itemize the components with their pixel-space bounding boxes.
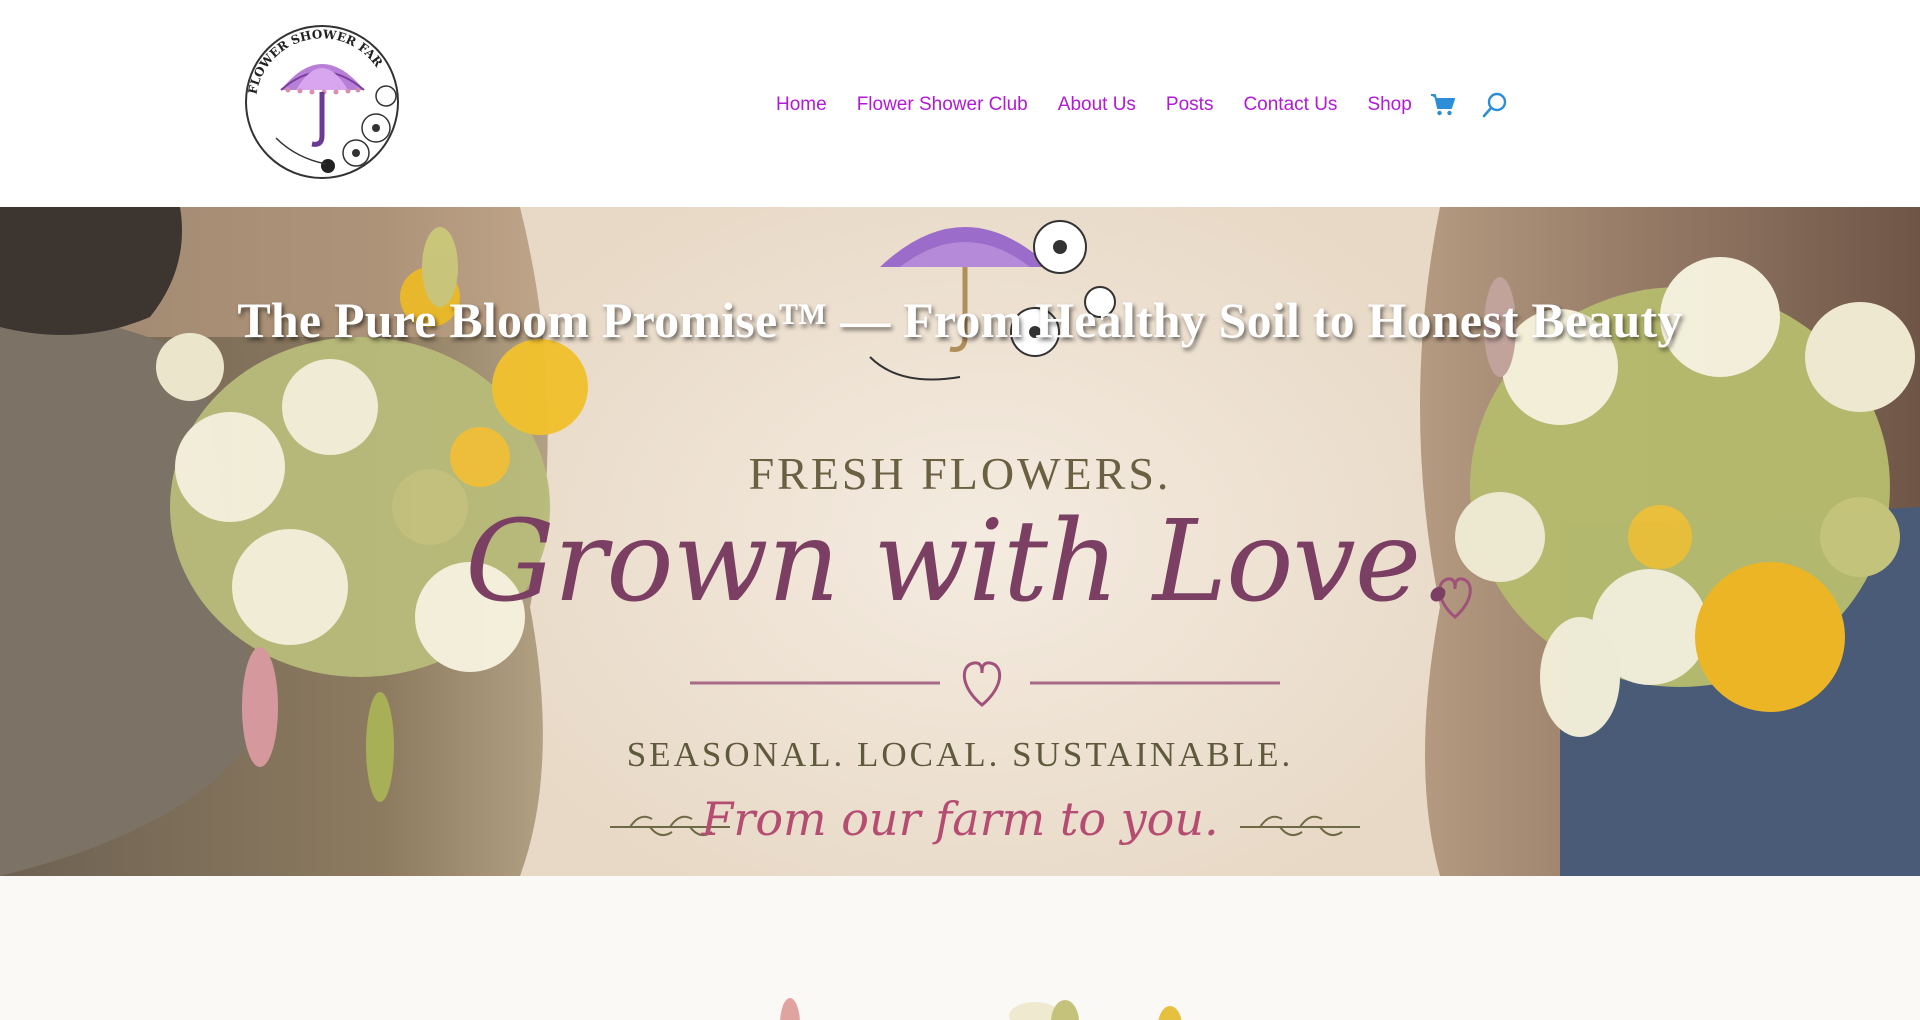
banner-line-fresh-flowers: FRESH FLOWERS. <box>748 448 1172 499</box>
main-navigation: Home Flower Shower Club About Us Posts C… <box>776 88 1508 122</box>
shopping-cart-icon[interactable] <box>1430 93 1456 117</box>
banner-line-seasonal: SEASONAL. LOCAL. SUSTAINABLE. <box>626 735 1294 774</box>
banner-line-grown-with-love: Grown with Love. <box>465 497 1455 627</box>
logo-image: FLOWER SHOWER FARM <box>229 7 399 179</box>
banner-line-farm-to-you: From our farm to you. <box>701 792 1219 846</box>
nav-contact-us[interactable]: Contact Us <box>1243 94 1337 116</box>
site-logo[interactable]: FLOWER SHOWER FARM <box>229 7 414 184</box>
nav-home[interactable]: Home <box>776 94 827 116</box>
hero-title: The Pure Bloom Promise™ — From Healthy S… <box>237 292 1683 348</box>
nav-shop[interactable]: Shop <box>1367 94 1411 116</box>
search-icon[interactable] <box>1482 92 1508 118</box>
next-section-image <box>780 998 1182 1020</box>
hero-banner: FRESH FLOWERS. Grown with Love. SEASONAL… <box>0 207 1920 876</box>
nav-about-us[interactable]: About Us <box>1058 94 1136 116</box>
next-section-preview <box>0 876 1920 1020</box>
site-header: FLOWER SHOWER FARM Home Flower Sh <box>0 0 1920 207</box>
nav-posts[interactable]: Posts <box>1166 94 1214 116</box>
nav-flower-shower-club[interactable]: Flower Shower Club <box>857 94 1028 116</box>
